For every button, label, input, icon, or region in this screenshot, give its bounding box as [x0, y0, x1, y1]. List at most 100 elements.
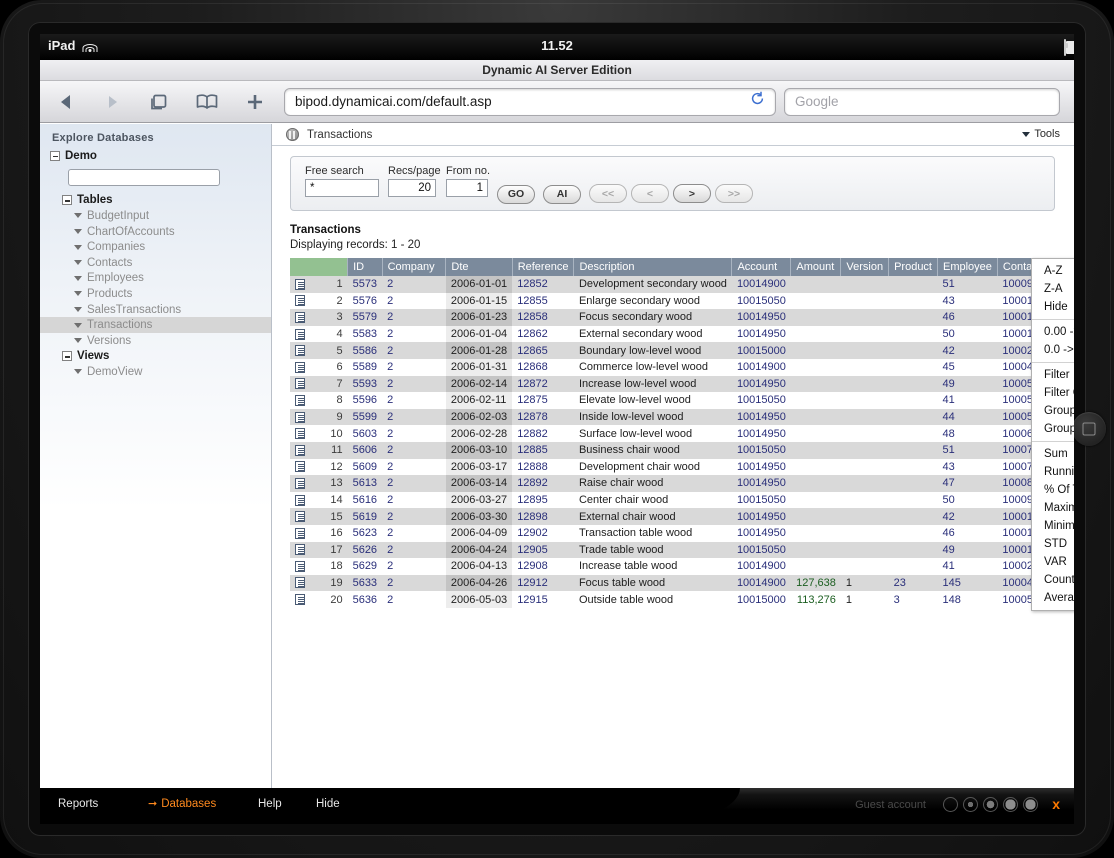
- row-detail-icon[interactable]: [290, 524, 314, 542]
- dock-item-hide[interactable]: Hide: [316, 798, 340, 810]
- cell-id[interactable]: 5623: [347, 524, 383, 542]
- menu-item-filter[interactable]: Filter: [1032, 366, 1074, 384]
- cell-id[interactable]: 5606: [347, 441, 383, 459]
- cell-account[interactable]: 10014950: [731, 309, 791, 326]
- row-detail-icon[interactable]: [290, 508, 314, 525]
- cell-product[interactable]: [888, 358, 938, 376]
- menu-item-maximum[interactable]: Maximum: [1032, 499, 1074, 517]
- table-row[interactable]: 20 5636 2 2006-05-03 12915 Outside table wood…: [290, 591, 1074, 608]
- cell-reference[interactable]: 12908: [512, 558, 574, 575]
- row-detail-icon[interactable]: [290, 441, 314, 459]
- tabs-icon[interactable]: [148, 92, 169, 113]
- cell-account[interactable]: 10014950: [731, 508, 791, 525]
- cell-employee[interactable]: 45: [937, 358, 998, 376]
- cell-reference[interactable]: 12895: [512, 491, 574, 509]
- cell-product[interactable]: [888, 491, 938, 509]
- cell-employee[interactable]: 48: [937, 425, 998, 442]
- cell-product[interactable]: [888, 292, 938, 310]
- cell-reference[interactable]: 12875: [512, 392, 574, 409]
- cell-account[interactable]: 10014900: [731, 358, 791, 376]
- cell-employee[interactable]: 46: [937, 309, 998, 326]
- menu-item-filter-combo[interactable]: Filter COMBO: [1032, 384, 1074, 402]
- menu-item-group-z-a[interactable]: Group Z-A: [1032, 420, 1074, 438]
- cell-id[interactable]: 5613: [347, 475, 383, 492]
- cell-company[interactable]: 2: [382, 591, 446, 608]
- row-detail-icon[interactable]: [290, 475, 314, 492]
- column-context-menu[interactable]: A-ZZ-AHide 0.00 -> 0.00.0 -> 0.00 FilterFi…: [1031, 258, 1074, 611]
- cell-reference[interactable]: 12902: [512, 524, 574, 542]
- cell-reference[interactable]: 12852: [512, 276, 574, 293]
- cell-id[interactable]: 5599: [347, 408, 383, 426]
- cell-product[interactable]: [888, 392, 938, 409]
- column-header-id[interactable]: ID: [347, 258, 383, 276]
- cell-product[interactable]: [888, 325, 938, 343]
- cell-company[interactable]: 2: [382, 491, 446, 509]
- column-header-description[interactable]: Description: [573, 258, 733, 276]
- column-header-account[interactable]: Account: [731, 258, 792, 276]
- column-header-version[interactable]: Version: [840, 258, 890, 276]
- cell-product[interactable]: [888, 524, 938, 542]
- cell-reference[interactable]: 12872: [512, 375, 574, 393]
- cell-account[interactable]: 10015050: [731, 491, 791, 509]
- cell-reference[interactable]: 12915: [512, 591, 574, 608]
- row-detail-icon[interactable]: [290, 574, 314, 592]
- cell-id[interactable]: 5633: [347, 574, 383, 592]
- cell-account[interactable]: 10014900: [731, 558, 791, 575]
- close-icon[interactable]: x: [1052, 797, 1060, 812]
- cell-employee[interactable]: 41: [937, 558, 998, 575]
- cell-product[interactable]: 3: [888, 591, 938, 608]
- column-header-reference[interactable]: Reference: [512, 258, 575, 276]
- dock-item-databases[interactable]: ➞ Databases: [148, 797, 258, 810]
- table-row[interactable]: 10 5603 2 2006-02-28 12882 Surface low-level …: [290, 425, 1074, 442]
- cell-employee[interactable]: 46: [937, 524, 998, 542]
- cell-employee[interactable]: 145: [937, 574, 998, 592]
- cell-id[interactable]: 5596: [347, 392, 383, 409]
- cell-reference[interactable]: 12855: [512, 292, 574, 310]
- cell-employee[interactable]: 42: [937, 508, 998, 525]
- cell-account[interactable]: 10014950: [731, 458, 791, 476]
- cell-company[interactable]: 2: [382, 342, 446, 359]
- cell-employee[interactable]: 44: [937, 408, 998, 426]
- menu-item-count[interactable]: Count: [1032, 571, 1074, 589]
- cell-id[interactable]: 5586: [347, 342, 383, 359]
- cell-reference[interactable]: 12858: [512, 309, 574, 326]
- cell-reference[interactable]: 12888: [512, 458, 574, 476]
- cell-company[interactable]: 2: [382, 441, 446, 459]
- from-no-input[interactable]: 1: [446, 179, 488, 197]
- address-bar[interactable]: bipod.dynamicai.com/default.asp: [284, 88, 776, 116]
- cell-company[interactable]: 2: [382, 292, 446, 310]
- table-row[interactable]: 3 5579 2 2006-01-23 12858 Focus secondary woo…: [290, 309, 1074, 326]
- cell-id[interactable]: 5619: [347, 508, 383, 525]
- row-detail-icon[interactable]: [290, 292, 314, 310]
- table-row[interactable]: 1 5573 2 2006-01-01 12852 Development seconda…: [290, 276, 1074, 293]
- collapse-toggle-icon[interactable]: [62, 195, 72, 206]
- table-row[interactable]: 19 5633 2 2006-04-26 12912 Focus table wood 10…: [290, 574, 1074, 592]
- cell-employee[interactable]: 49: [937, 541, 998, 559]
- search-input[interactable]: Google: [784, 88, 1060, 116]
- cell-company[interactable]: 2: [382, 276, 446, 293]
- cell-employee[interactable]: 43: [937, 458, 998, 476]
- row-detail-icon[interactable]: [290, 392, 314, 409]
- cell-product[interactable]: [888, 375, 938, 393]
- cell-reference[interactable]: 12862: [512, 325, 574, 343]
- column-header-select[interactable]: [290, 258, 349, 276]
- bookmarks-icon[interactable]: [195, 92, 219, 112]
- cell-reference[interactable]: 12905: [512, 541, 574, 559]
- reload-icon[interactable]: [750, 89, 765, 115]
- cell-account[interactable]: 10015050: [731, 541, 791, 559]
- cell-product[interactable]: 23: [888, 574, 938, 592]
- add-tab-icon[interactable]: [245, 92, 265, 112]
- cell-company[interactable]: 2: [382, 574, 446, 592]
- table-row[interactable]: 15 5619 2 2006-03-30 12898 External chair woo…: [290, 508, 1074, 525]
- menu-item-0-00-0-0[interactable]: 0.00 -> 0.0: [1032, 323, 1074, 341]
- table-row[interactable]: 4 5583 2 2006-01-04 12862 External secondary …: [290, 325, 1074, 343]
- cell-employee[interactable]: 50: [937, 491, 998, 509]
- table-row[interactable]: 8 5596 2 2006-02-11 12875 Elevate low-level w…: [290, 392, 1074, 409]
- cell-reference[interactable]: 12878: [512, 408, 574, 426]
- sidebar-item-products[interactable]: Products: [40, 286, 271, 302]
- cell-id[interactable]: 5636: [347, 591, 383, 608]
- back-icon[interactable]: [56, 92, 76, 112]
- row-detail-icon[interactable]: [290, 458, 314, 476]
- row-detail-icon[interactable]: [290, 276, 314, 293]
- cell-account[interactable]: 10014950: [731, 375, 791, 393]
